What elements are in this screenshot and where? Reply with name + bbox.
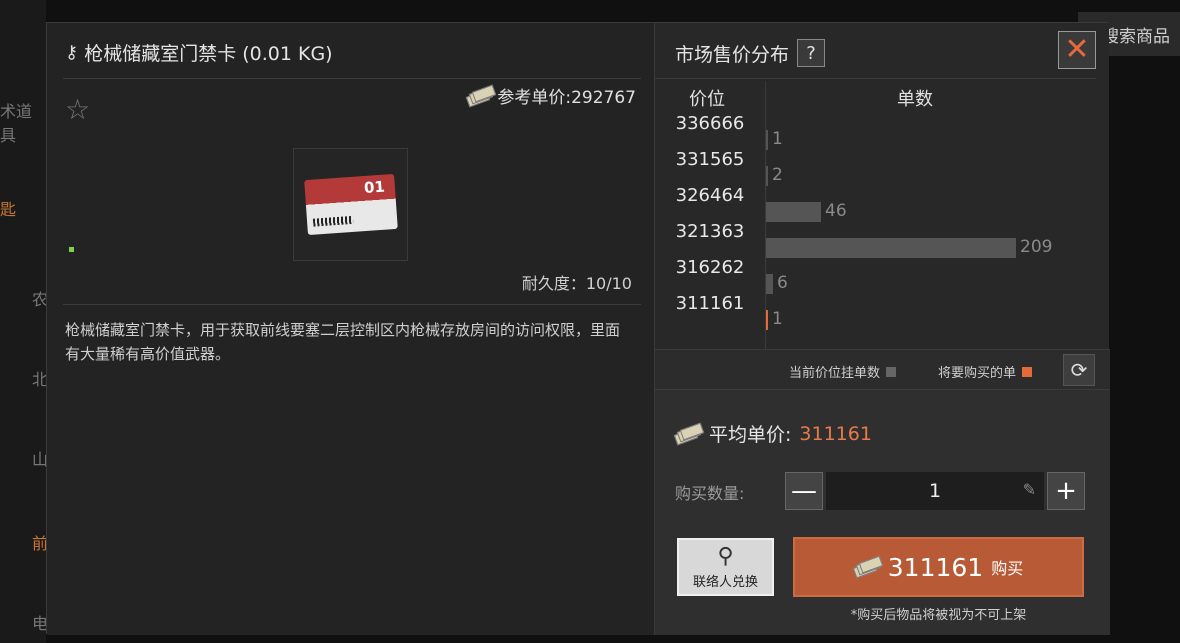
status-dot-icon — [69, 247, 74, 252]
legend-buy-swatch — [1022, 366, 1033, 377]
divider — [63, 78, 641, 79]
chart-legend: 当前价位挂单数 将要购买的单 ⟳ — [655, 349, 1110, 389]
distribution-bar — [766, 130, 768, 150]
close-button[interactable]: ✕ — [1058, 31, 1096, 69]
legend-current-swatch — [886, 366, 897, 377]
keycard-number: 01 — [363, 177, 386, 198]
item-title: 枪械储藏室门禁卡 (0.01 KG) — [84, 43, 333, 65]
background-sidebar: 术道具 匙 农 北 山 前 电 — [0, 0, 48, 643]
bar-count-label: 2 — [772, 165, 783, 185]
distribution-bar — [766, 238, 1016, 258]
market-panel: 市场售价分布 ? ✕ 价位 单数 336666 1 331565 2 326464 46 3… — [654, 23, 1110, 635]
bar-count-label: 1 — [772, 309, 783, 329]
price-column-header: 价位 — [689, 89, 725, 110]
item-detail-panel: ⚷ 枪械储藏室门禁卡 (0.01 KG) ☆ 参考单价:292767 01 耐久… — [47, 23, 654, 635]
legend-current-label: 当前价位挂单数 — [789, 366, 881, 381]
purchase-note: *购买后物品将被视为不可上架 — [850, 608, 1027, 623]
durability-text: 耐久度：10/10 — [521, 274, 632, 293]
price-level-label: 321363 — [675, 221, 745, 242]
bar-count-label: 209 — [1020, 237, 1053, 257]
buy-label: 购买 — [991, 559, 1024, 578]
buy-price: 311161 — [887, 552, 984, 582]
money-icon — [466, 84, 497, 107]
market-title-row: 市场售价分布 ? — [675, 39, 826, 67]
search-icon: ⚲ — [717, 544, 734, 569]
average-price-row: 平均单价: 311161 — [673, 420, 872, 447]
price-level-label: 331565 — [675, 149, 745, 170]
divider — [655, 78, 1096, 79]
distribution-bar — [766, 202, 821, 222]
legend-buy: 将要购买的单 — [938, 362, 1033, 381]
item-description: 枪械储藏室门禁卡，用于获取前线要塞二层控制区内枪械存放房间的访问权限，里面有大量… — [65, 321, 621, 363]
distribution-bar — [766, 310, 768, 330]
item-image-frame: 01 — [293, 148, 408, 261]
legend-current: 当前价位挂单数 — [789, 362, 897, 381]
money-icon — [852, 555, 883, 579]
average-price-value: 311161 — [799, 422, 872, 445]
quantity-decrease-button[interactable]: — — [785, 472, 823, 510]
distribution-bar — [766, 166, 768, 186]
barcode-icon — [312, 215, 354, 227]
refresh-icon: ⟳ — [1070, 358, 1088, 382]
reference-price-text: 参考单价:292767 — [497, 88, 636, 108]
help-button[interactable]: ? — [797, 39, 826, 67]
buy-button[interactable]: 311161 购买 — [793, 537, 1084, 597]
divider — [63, 304, 641, 305]
contact-exchange-button[interactable]: ⚲ 联络人兑换 — [677, 538, 774, 596]
market-title: 市场售价分布 — [675, 43, 790, 66]
contact-exchange-label: 联络人兑换 — [692, 575, 758, 590]
item-purchase-modal: ⚷ 枪械储藏室门禁卡 (0.01 KG) ☆ 参考单价:292767 01 耐久… — [46, 22, 1110, 635]
quantity-increase-button[interactable]: + — [1047, 472, 1085, 510]
quantity-input[interactable]: 1 ✎ — [826, 472, 1044, 510]
keycard-image: 01 — [304, 173, 398, 236]
bar-count-label: 46 — [825, 201, 847, 221]
quantity-value: 1 — [928, 480, 942, 502]
favorite-star-icon[interactable]: ☆ — [65, 93, 90, 126]
count-column-header: 单数 — [897, 89, 933, 110]
close-icon: ✕ — [1064, 32, 1090, 67]
average-price-label: 平均单价: — [709, 424, 792, 446]
price-level-label: 326464 — [675, 185, 745, 206]
key-icon: ⚷ — [65, 42, 79, 63]
bar-count-label: 1 — [772, 129, 783, 149]
legend-buy-label: 将要购买的单 — [938, 366, 1017, 381]
background-sidebar-item: 匙 — [0, 200, 17, 219]
buy-section: 平均单价: 311161 购买数量: — 1 ✎ + ⚲ 联络人兑换 31116… — [655, 389, 1110, 635]
bar-count-label: 6 — [777, 273, 788, 293]
pencil-icon: ✎ — [1022, 480, 1036, 499]
item-title-row: ⚷ 枪械储藏室门禁卡 (0.01 KG) — [65, 39, 333, 66]
background-sidebar-item: 术道具 — [0, 102, 33, 145]
reference-price: 参考单价:292767 — [466, 83, 636, 108]
price-level-label: 316262 — [675, 257, 745, 278]
price-level-label: 336666 — [675, 113, 745, 134]
money-icon — [673, 422, 705, 445]
price-level-label: 311161 — [675, 293, 745, 314]
distribution-bar — [766, 274, 773, 294]
refresh-button[interactable]: ⟳ — [1063, 354, 1095, 386]
quantity-label: 购买数量: — [675, 484, 745, 503]
